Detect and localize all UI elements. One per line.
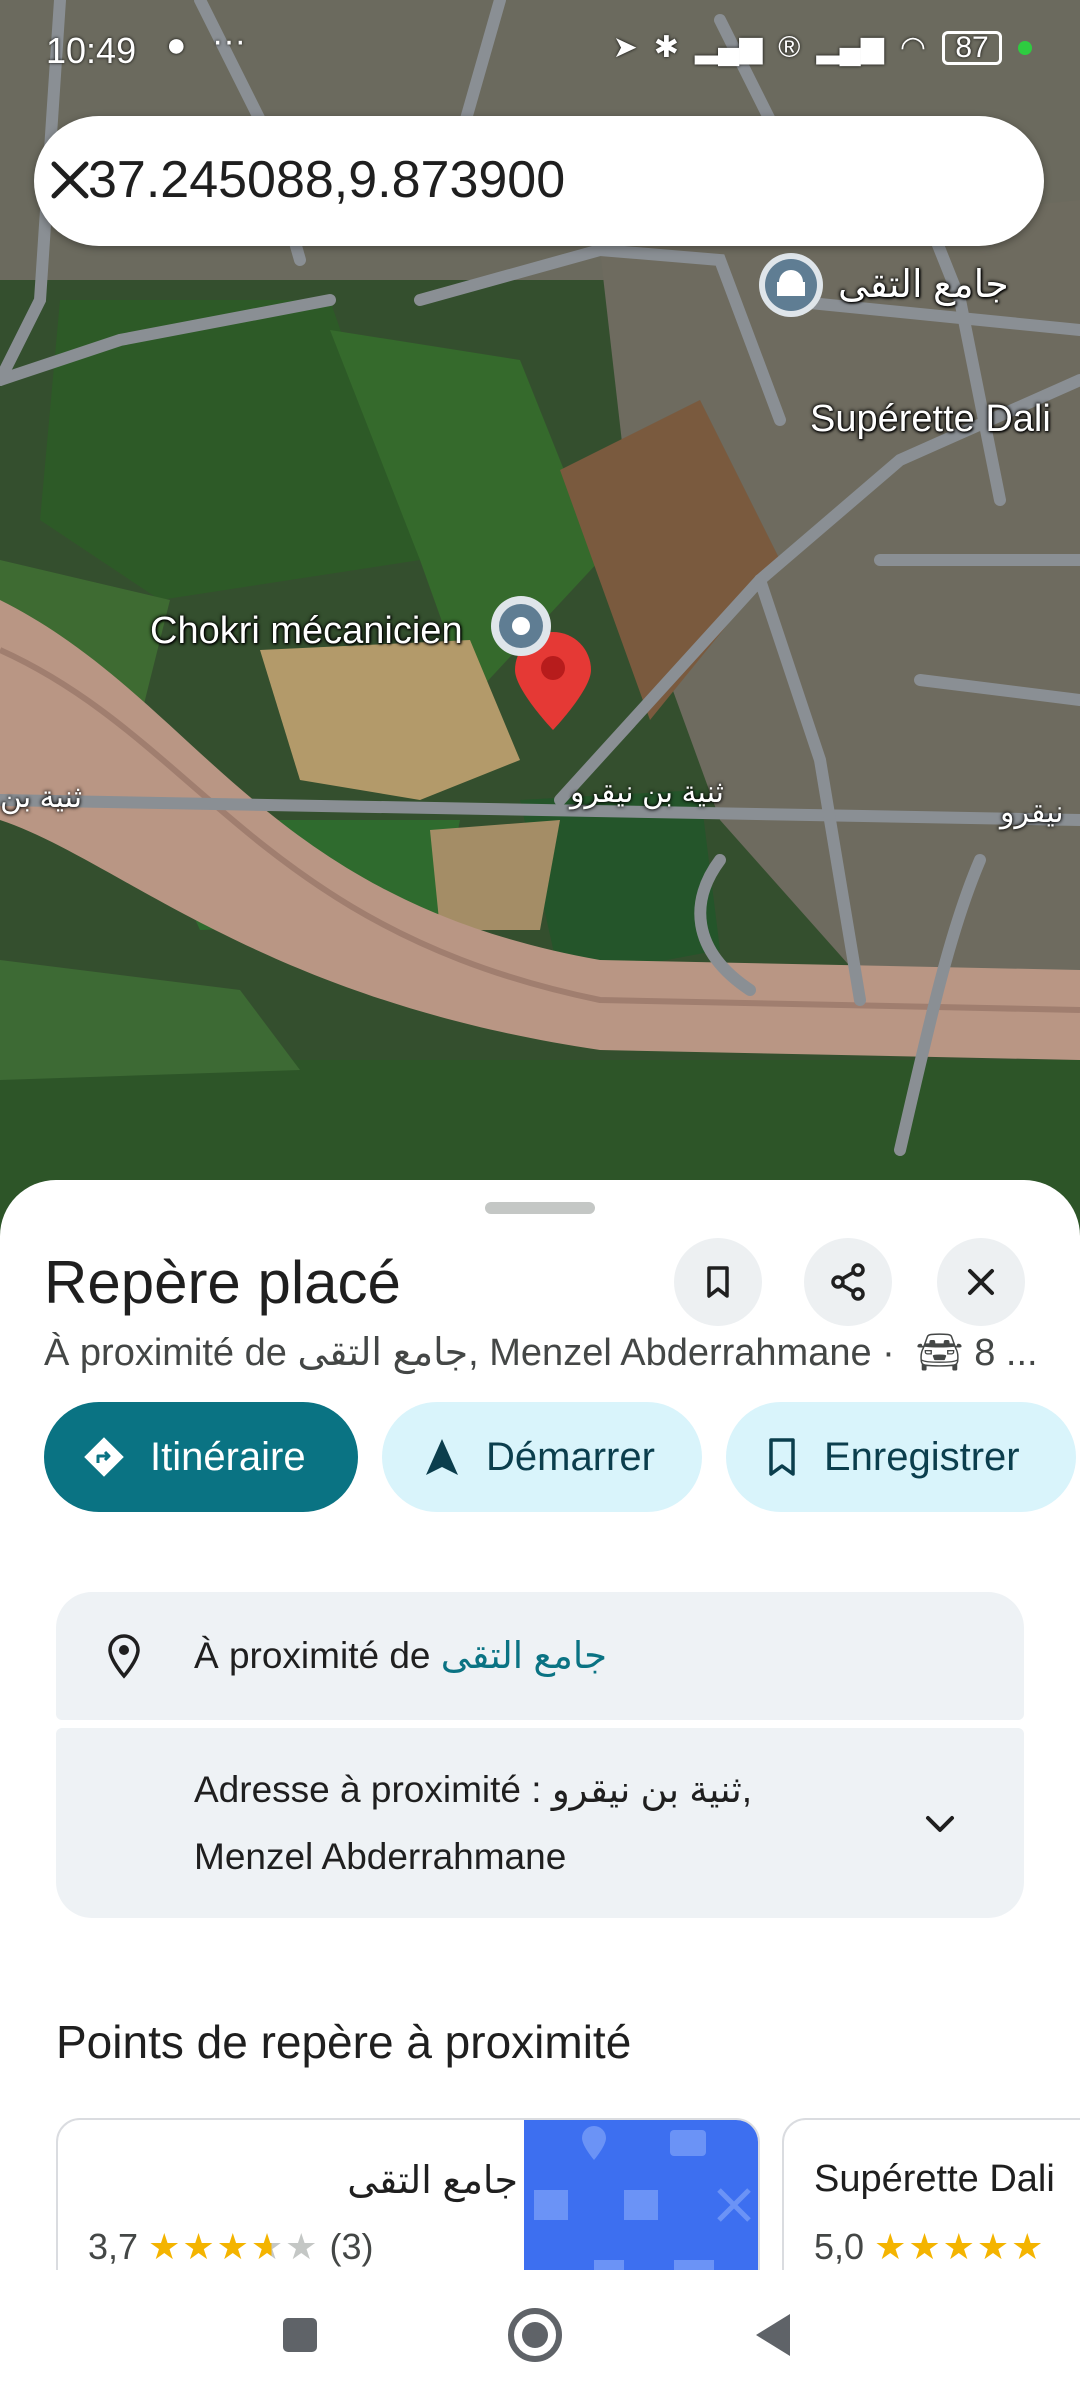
poi-rating-value: 3,7 — [88, 2226, 139, 2267]
home-icon[interactable] — [500, 2300, 570, 2370]
near-place-link[interactable]: جامع التقى — [441, 1635, 607, 1676]
map-road-label-left: ثنية بن — [0, 781, 83, 814]
privacy-dot — [1018, 40, 1032, 55]
notification-icon: ● — [166, 26, 187, 64]
system-nav-bar — [0, 2270, 1080, 2400]
nearby-place-row[interactable]: À proximité de جامع التقى — [56, 1592, 1024, 1720]
map-road-label-right: نيقرو — [1000, 796, 1064, 829]
share-button[interactable] — [804, 1238, 892, 1326]
map-road-label-center: ثنية بن نيقرو — [570, 776, 725, 809]
search-input[interactable]: 37.245088,9.873900 — [88, 150, 565, 210]
nearby-landmarks-title: Points de repère à proximité — [56, 2016, 632, 2068]
mosque-marker — [759, 253, 823, 317]
rating-stars: ★★★★★ — [148, 2226, 320, 2267]
bookmark-icon — [707, 1266, 729, 1298]
poi-rating-count: (3) — [329, 2226, 374, 2267]
save-button[interactable]: Enregistrer — [726, 1402, 1076, 1512]
wifi-icon: ◠ — [899, 31, 926, 64]
location-pin-icon — [108, 1634, 140, 1679]
start-label: Démarrer — [486, 1434, 655, 1479]
map-label-mechanic[interactable]: Chokri mécanicien — [150, 610, 463, 653]
sheet-drag-handle[interactable] — [485, 1202, 595, 1214]
status-overflow: ··· — [212, 22, 246, 60]
poi-rating-value: 5,0 — [814, 2226, 865, 2267]
close-icon[interactable] — [34, 144, 106, 216]
location-icon: ➤ — [612, 31, 638, 64]
mechanic-marker — [491, 596, 551, 656]
poi-card[interactable]: جامع التقى 3,7 ★★★★★ (3) — [56, 2118, 760, 2270]
registered-icon: ® — [778, 30, 801, 64]
signal-2-icon: ▂▄▆ — [816, 31, 884, 64]
subtitle-prefix: À proximité de — [44, 1332, 298, 1374]
subtitle-suffix: , Menzel Abderrahmane · — [468, 1332, 895, 1374]
directions-button[interactable]: Itinéraire — [44, 1402, 358, 1512]
bluetooth-icon: ✱ — [653, 31, 679, 64]
address-line-1: Adresse à proximité : ثنية بن نيقرو, — [194, 1769, 753, 1810]
back-icon[interactable] — [740, 2300, 810, 2370]
save-label: Enregistrer — [824, 1434, 1020, 1479]
status-time: 10:49 — [46, 30, 137, 71]
directions-label: Itinéraire — [150, 1434, 306, 1479]
search-bar[interactable]: 37.245088,9.873900 — [34, 116, 1044, 246]
near-prefix: À proximité de — [194, 1635, 431, 1676]
recent-apps-icon[interactable] — [265, 2300, 335, 2370]
battery-icon: 87 — [942, 30, 1002, 65]
poi-placeholder-image — [524, 2120, 758, 2270]
chevron-down-icon[interactable] — [920, 1804, 960, 1844]
save-circle-button[interactable] — [674, 1238, 762, 1326]
nearby-address-row[interactable]: Adresse à proximité : ثنية بن نيقرو, Men… — [56, 1728, 1024, 1918]
subtitle-place: جامع التقى — [297, 1332, 469, 1374]
placeholder-icons — [534, 2126, 751, 2270]
start-button[interactable]: Démarrer — [382, 1402, 702, 1512]
poi-name: جامع التقى — [347, 2160, 518, 2202]
rating-stars: ★★★★★ — [874, 2226, 1046, 2267]
navigation-arrow-icon — [426, 1439, 458, 1475]
poi-name: Supérette Dali — [814, 2158, 1055, 2200]
place-title: Repère placé — [44, 1249, 401, 1316]
close-sheet-button[interactable] — [937, 1238, 1025, 1326]
map-label-superette[interactable]: Supérette Dali — [810, 398, 1051, 441]
bookmark-icon — [769, 1438, 795, 1476]
map-label-mosque[interactable]: جامع التقى — [838, 262, 1009, 307]
car-icon: 🚘︎ — [915, 1332, 964, 1374]
share-icon — [831, 1263, 865, 1301]
directions-icon — [84, 1437, 124, 1477]
status-bar: 10:49 ● ··· ➤ ✱ ▂▄▆ ® ▂▄▆ ◠ 87 — [0, 0, 1080, 100]
place-subtitle: À proximité de جامع التقى, Menzel Abderr… — [44, 1330, 1038, 1375]
poi-card[interactable]: Supérette Dali 5,0 ★★★★★ — [782, 2118, 1080, 2270]
place-sheet: Repère placé À proximité de جامع التقى, … — [0, 1180, 1080, 2270]
close-icon — [968, 1269, 994, 1295]
address-line-2: Menzel Abderrahmane — [194, 1836, 567, 1877]
drive-time: 8 ... — [974, 1332, 1038, 1374]
signal-icon: ▂▄▆ — [694, 31, 763, 64]
map-view[interactable]: جامع التقى Supérette Dali Chokri mécanic… — [0, 0, 1080, 1240]
